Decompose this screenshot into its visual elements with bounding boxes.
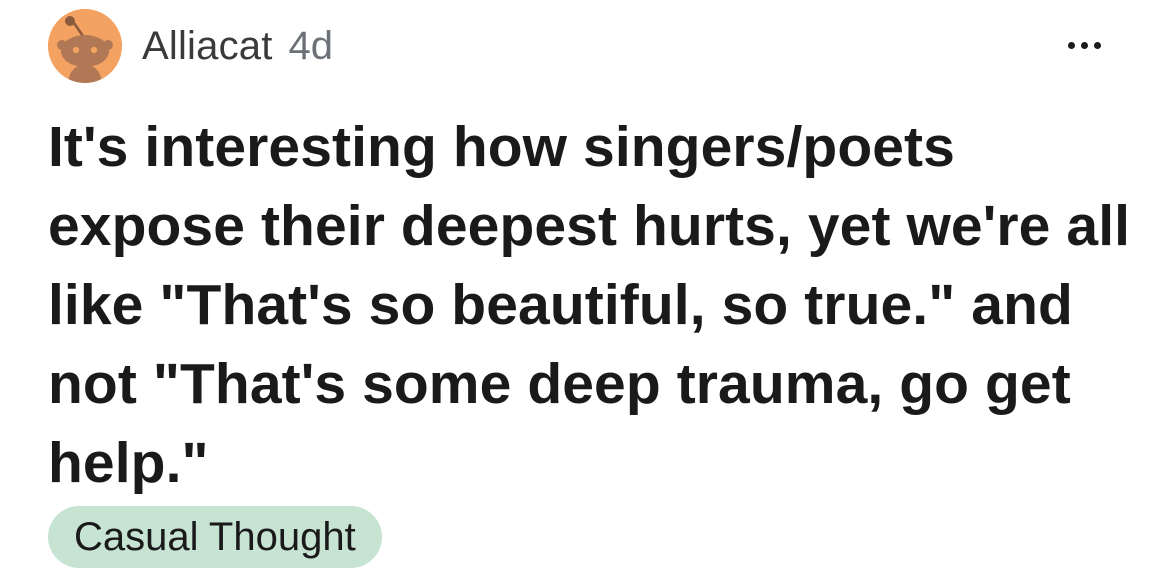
ellipsis-icon — [1067, 41, 1075, 49]
post-flair[interactable]: Casual Thought — [48, 506, 382, 568]
post-header: Alliacat 4d — [48, 9, 334, 83]
user-avatar[interactable] — [48, 9, 122, 83]
ellipsis-icon-dot — [1093, 41, 1101, 49]
reddit-snoo-avatar-icon — [48, 9, 122, 83]
author-username[interactable]: Alliacat — [142, 24, 273, 69]
ellipsis-icon-dot — [1080, 41, 1088, 49]
post-timestamp: 4d — [288, 23, 334, 68]
post-card: Alliacat 4d It's interesting how singers… — [0, 0, 1170, 582]
more-options-button[interactable] — [1054, 30, 1114, 60]
post-title[interactable]: It's interesting how singers/poets expos… — [48, 108, 1138, 503]
flair-label: Casual Thought — [74, 514, 356, 559]
